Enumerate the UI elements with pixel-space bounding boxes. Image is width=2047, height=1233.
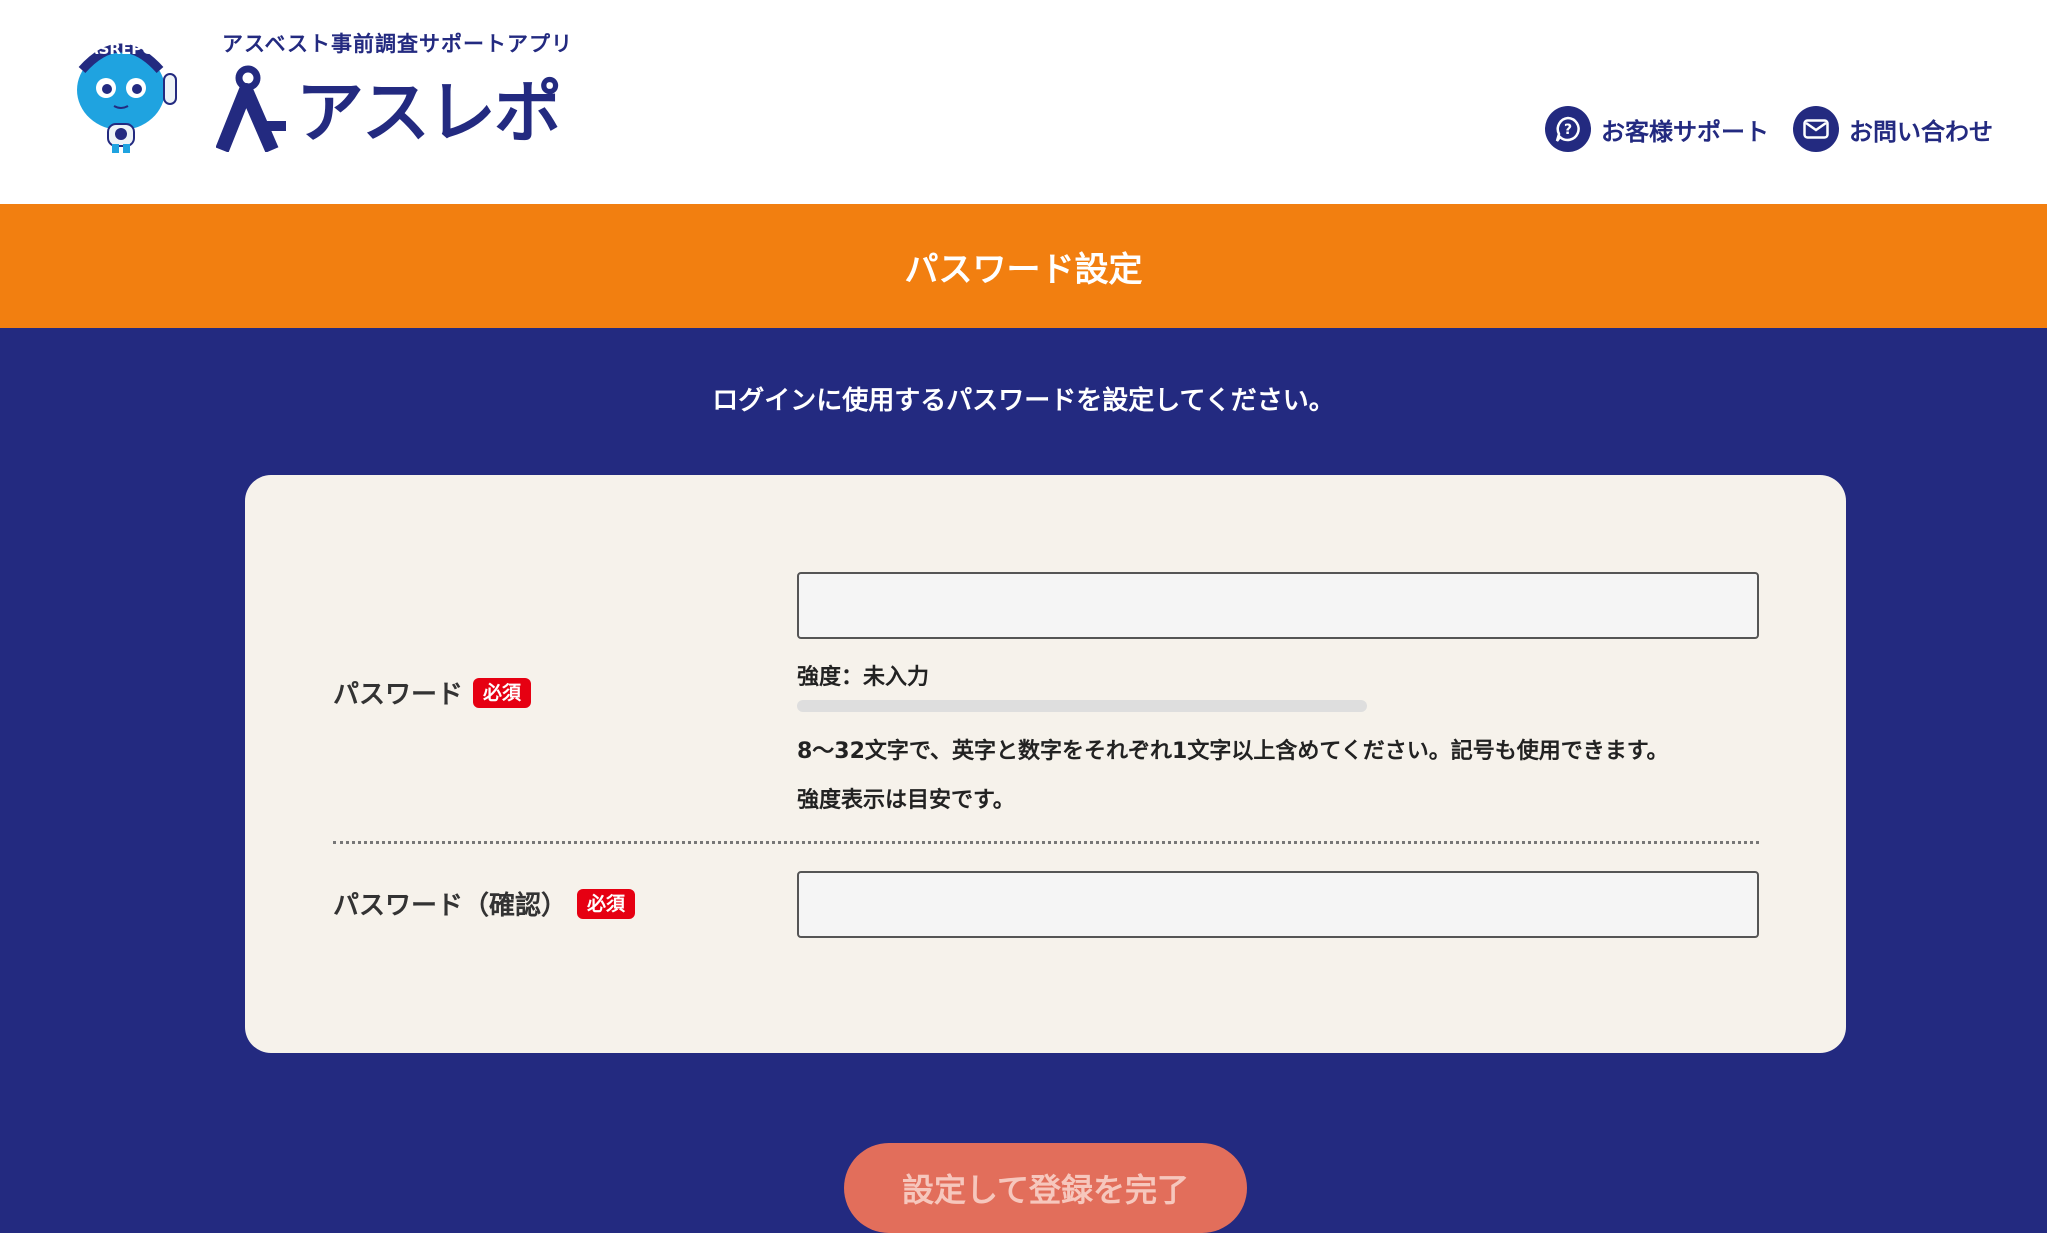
svg-text:?: ? (1564, 122, 1572, 138)
password-strength-text: 強度：未入力 (797, 665, 930, 690)
submit-button[interactable]: 設定して登録を完了 (844, 1143, 1247, 1233)
password-input[interactable] (797, 572, 1759, 639)
customer-support-label: お客様サポート (1601, 117, 1769, 146)
page-title-bar: パスワード設定 (0, 204, 2047, 328)
site-header: ASREPO アスベスト事前調査サポートアプリ アスレポ ? お客様サポート お… (0, 0, 2047, 204)
customer-support-link[interactable]: ? お客様サポート (1545, 106, 1769, 152)
required-badge: 必須 (473, 677, 532, 708)
required-badge: 必須 (577, 888, 636, 919)
password-strength-meter (797, 700, 1367, 712)
mascot-logo-icon: ASREPO (77, 40, 177, 153)
page-title: パスワード設定 (904, 249, 1143, 290)
strength-disclaimer-hint: 強度表示は目安です。 (797, 788, 1015, 813)
password-field-label: パスワード 必須 (333, 674, 532, 711)
contact-link[interactable]: お問い合わせ (1793, 106, 1993, 152)
password-confirm-input[interactable] (797, 871, 1759, 938)
field-divider (333, 841, 1759, 844)
password-form-card: パスワード 必須 強度：未入力 8〜32文字で、英字と数字をそれぞれ1文字以上含… (245, 475, 1846, 1053)
contact-label: お問い合わせ (1849, 117, 1993, 146)
password-confirm-field-label: パスワード（確認） 必須 (333, 885, 636, 922)
question-chat-icon: ? (1545, 106, 1591, 152)
password-requirements-hint: 8〜32文字で、英字と数字をそれぞれ1文字以上含めてください。記号も使用できます… (797, 739, 1669, 764)
envelope-icon (1793, 106, 1839, 152)
instruction-text: ログインに使用するパスワードを設定してください。 (712, 386, 1335, 416)
password-label-text: パスワード (333, 680, 464, 710)
brand-mark-icon (216, 65, 286, 152)
mascot-text: ASREPO (87, 40, 155, 58)
brand-logo-text: アスレポ (296, 74, 562, 153)
password-confirm-label-text: パスワード（確認） (333, 891, 568, 921)
app-tagline: アスベスト事前調査サポートアプリ (222, 32, 573, 56)
